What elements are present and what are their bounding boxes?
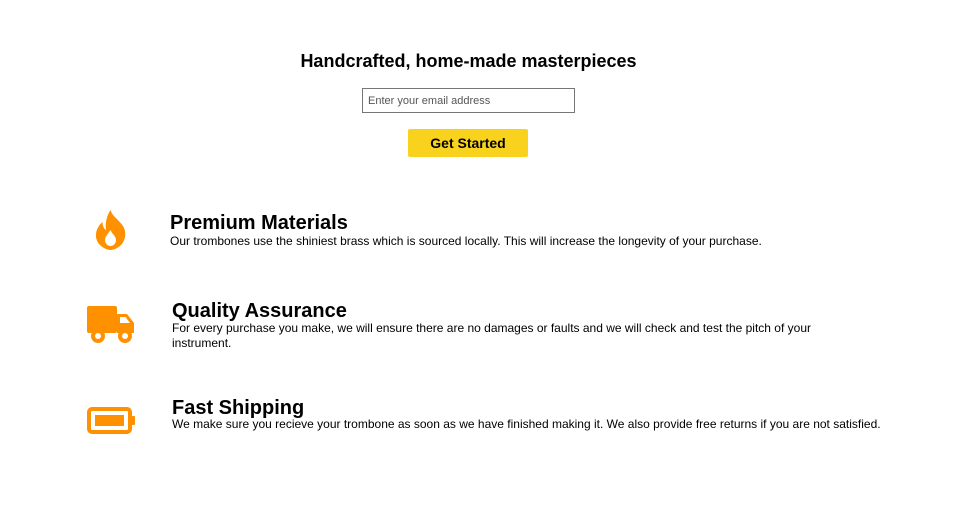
fire-icon	[95, 210, 126, 250]
email-input[interactable]	[362, 88, 575, 113]
feature-description: For every purchase you make, we will ens…	[172, 321, 811, 350]
feature-description: We make sure you recieve your trombone a…	[172, 417, 881, 431]
truck-icon	[87, 304, 136, 344]
feature-title: Quality Assurance	[172, 300, 347, 322]
battery-icon	[87, 407, 136, 435]
get-started-button[interactable]: Get Started	[408, 129, 528, 157]
feature-title: Premium Materials	[170, 212, 348, 234]
hero-title: Handcrafted, home-made masterpieces	[300, 51, 637, 71]
feature-description: Our trombones use the shiniest brass whi…	[170, 234, 762, 248]
